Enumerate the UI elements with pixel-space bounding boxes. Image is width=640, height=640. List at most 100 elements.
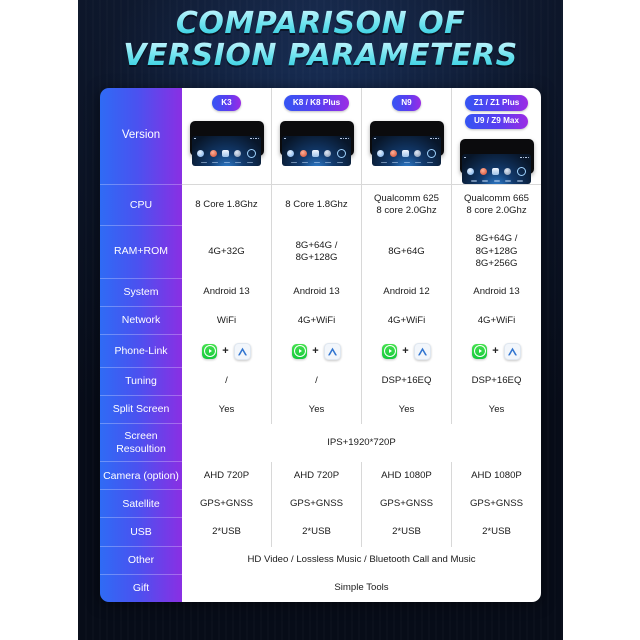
table-cell: Yes bbox=[362, 395, 452, 424]
carplay-icon bbox=[292, 343, 308, 359]
device-app-icons bbox=[192, 147, 261, 160]
table-cell: Android 13 bbox=[473, 286, 520, 298]
table-cell: 4G+32G bbox=[182, 225, 272, 279]
version-column-k3[interactable]: K3 bbox=[182, 88, 272, 184]
table-cell: + bbox=[272, 334, 362, 368]
title-line-1: COMPARISON OF bbox=[78, 8, 563, 40]
table-cell: 4G+WiFi bbox=[362, 306, 452, 335]
other-cells: HD Video / Lossless Music / Bluetooth Ca… bbox=[182, 546, 541, 576]
table-row-cpu: CPU 8 Core 1.8Ghz 8 Core 1.8Ghz Qualcomm… bbox=[100, 185, 541, 227]
table-cell: 2*USB bbox=[182, 518, 272, 547]
table-cell: Android 13 bbox=[272, 278, 362, 307]
table-cell: 8 Core 1.8Ghz bbox=[182, 185, 272, 226]
badge-group-n9: N9 bbox=[392, 95, 421, 111]
table-cell: Android 13 bbox=[182, 278, 272, 307]
table-row-version: Version K3 K8 / K8 Plus N9 Z1 / Z1 Plus … bbox=[100, 88, 541, 185]
device-statusbar bbox=[284, 137, 349, 141]
table-cell: DSP+16EQ bbox=[362, 367, 452, 396]
model-badge[interactable]: K8 / K8 Plus bbox=[283, 95, 350, 111]
android-auto-icon bbox=[413, 342, 431, 360]
phone-link-pair: + bbox=[382, 342, 431, 360]
carplay-icon bbox=[202, 343, 218, 359]
version-column-z1[interactable]: Z1 / Z1 Plus U9 / Z9 Max bbox=[452, 88, 541, 185]
table-cell-merged: HD Video / Lossless Music / Bluetooth Ca… bbox=[247, 554, 476, 566]
table-row-screen-resolution: Screen Resoultion IPS+1920*720P bbox=[100, 423, 541, 464]
device-screen bbox=[282, 135, 351, 166]
device-screen bbox=[192, 135, 261, 166]
table-cell: AHD 720P bbox=[182, 462, 272, 491]
tuning-cells: / / DSP+16EQ DSP+16EQ bbox=[182, 367, 541, 397]
android-auto-icon bbox=[233, 342, 251, 360]
table-cell: GPS+GNSS bbox=[362, 490, 452, 519]
comparison-poster: COMPARISON OF VERSION PARAMETERS Version… bbox=[78, 0, 563, 640]
table-cell: + bbox=[452, 335, 541, 368]
table-cell: 8G+64G bbox=[362, 225, 452, 279]
table-cell: 8G+64G / 8G+128G 8G+256G bbox=[475, 233, 518, 270]
satellite-cells: GPS+GNSS GPS+GNSS GPS+GNSS GPS+GNSS bbox=[182, 490, 541, 520]
row-label-version: Version bbox=[100, 88, 182, 185]
table-row-phone-link: Phone-Link + + + + bbox=[100, 334, 541, 369]
device-statusbar bbox=[374, 137, 439, 141]
device-app-icons bbox=[372, 147, 441, 160]
plus-symbol: + bbox=[222, 345, 229, 358]
device-dock-labels bbox=[465, 180, 528, 183]
android-auto-icon bbox=[503, 342, 521, 360]
model-badge-secondary[interactable]: U9 / Z9 Max bbox=[464, 113, 529, 130]
device-screen bbox=[372, 135, 441, 166]
row-label-tuning: Tuning bbox=[100, 367, 182, 396]
table-row-system: System Android 13 Android 13 Android 12 … bbox=[100, 278, 541, 308]
android-auto-icon bbox=[323, 342, 341, 360]
split-screen-cells: Yes Yes Yes Yes bbox=[182, 395, 541, 425]
model-badge[interactable]: N9 bbox=[392, 95, 421, 111]
title-line-2: VERSION PARAMETERS bbox=[78, 39, 563, 72]
table-cell: 8G+64G / 8G+128G bbox=[272, 225, 362, 279]
device-image-k3 bbox=[189, 120, 264, 166]
row-label-network: Network bbox=[100, 306, 182, 335]
row-label-usb: USB bbox=[100, 518, 182, 547]
row-label-satellite: Satellite bbox=[100, 490, 182, 519]
table-cell: 8 Core 1.8Ghz bbox=[272, 185, 362, 226]
table-cell: AHD 1080P bbox=[471, 470, 522, 482]
system-cells: Android 13 Android 13 Android 12 Android… bbox=[182, 278, 541, 308]
device-screen bbox=[462, 154, 531, 185]
gift-cells: Simple Tools bbox=[182, 574, 541, 602]
badge-group-z1: Z1 / Z1 Plus U9 / Z9 Max bbox=[464, 95, 529, 130]
table-cell: Yes bbox=[488, 403, 505, 415]
screen-resolution-cells: IPS+1920*720P bbox=[182, 423, 541, 464]
table-cell: 4G+WiFi bbox=[477, 314, 516, 326]
ram-rom-cells: 4G+32G 8G+64G / 8G+128G 8G+64G 8G+64G / … bbox=[182, 225, 541, 280]
table-cell: 2*USB bbox=[272, 518, 362, 547]
table-cell: AHD 1080P bbox=[362, 462, 452, 491]
plus-symbol: + bbox=[312, 345, 319, 358]
table-row-usb: USB 2*USB 2*USB 2*USB 2*USB bbox=[100, 518, 541, 548]
table-cell: Qualcomm 665 8 core 2.0Ghz bbox=[463, 192, 530, 217]
phone-link-cells: + + + + bbox=[182, 334, 541, 369]
phone-link-pair: + bbox=[202, 342, 251, 360]
model-badge[interactable]: K3 bbox=[212, 95, 241, 111]
table-cell: 2*USB bbox=[482, 526, 511, 538]
device-image-n9 bbox=[369, 120, 444, 166]
device-app-icons bbox=[462, 165, 531, 178]
device-dock-labels bbox=[285, 161, 348, 164]
version-column-k8[interactable]: K8 / K8 Plus bbox=[272, 88, 362, 184]
device-image-k8 bbox=[279, 120, 354, 166]
table-row-camera: Camera (option) AHD 720P AHD 720P AHD 10… bbox=[100, 462, 541, 492]
plus-symbol: + bbox=[402, 345, 409, 358]
row-label-cpu: CPU bbox=[100, 185, 182, 226]
device-dock-labels bbox=[375, 161, 438, 164]
version-column-n9[interactable]: N9 bbox=[362, 88, 452, 184]
cpu-cells: 8 Core 1.8Ghz 8 Core 1.8Ghz Qualcomm 625… bbox=[182, 185, 541, 227]
table-cell-merged: Simple Tools bbox=[334, 582, 389, 594]
device-statusbar bbox=[464, 155, 529, 159]
model-badge[interactable]: Z1 / Z1 Plus bbox=[464, 95, 529, 111]
table-cell: / bbox=[272, 367, 362, 396]
row-label-ram-rom: RAM+ROM bbox=[100, 225, 182, 279]
device-image-z1 bbox=[459, 139, 534, 185]
row-label-system: System bbox=[100, 278, 182, 307]
table-cell: DSP+16EQ bbox=[471, 375, 522, 387]
letterbox-left bbox=[0, 0, 78, 640]
table-row-ram-rom: RAM+ROM 4G+32G 8G+64G / 8G+128G 8G+64G 8… bbox=[100, 225, 541, 280]
badge-group-k8: K8 / K8 Plus bbox=[283, 95, 350, 111]
table-cell: WiFi bbox=[182, 306, 272, 335]
plus-symbol: + bbox=[492, 345, 499, 358]
